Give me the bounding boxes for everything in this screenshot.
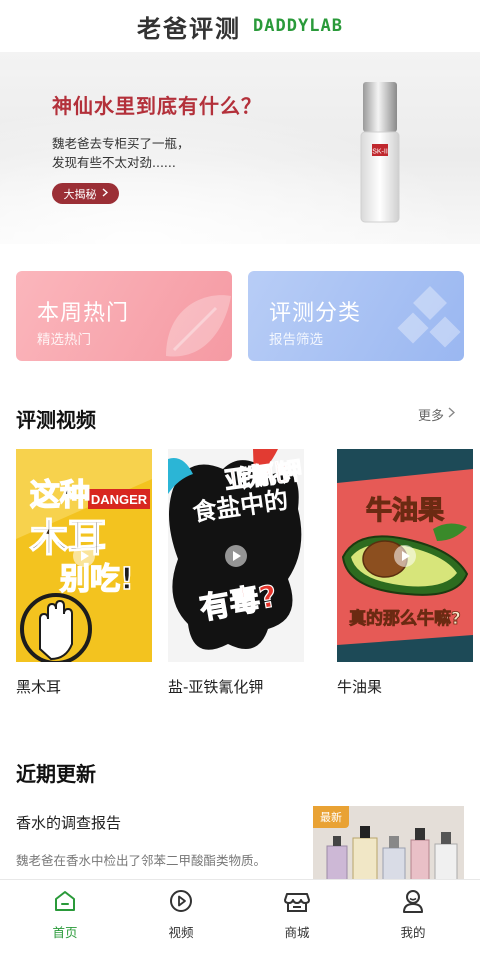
leaf-decoration-icon bbox=[166, 295, 231, 357]
article-thumbnail: 最新 bbox=[313, 806, 464, 880]
tab-label: 首页 bbox=[52, 925, 78, 940]
tab-videos[interactable]: 视频 bbox=[141, 888, 221, 941]
tab-home[interactable]: 首页 bbox=[25, 888, 105, 941]
product-bottle-image: SK-II bbox=[360, 82, 400, 223]
tab-label: 视频 bbox=[168, 925, 194, 940]
videos-section-title: 评测视频 bbox=[16, 408, 96, 432]
updates-section-title: 近期更新 bbox=[16, 762, 96, 786]
video-thumbnail-wood-ear[interactable]: DANGER 这种 木耳 别吃! bbox=[16, 449, 152, 662]
play-icon bbox=[73, 544, 95, 567]
reveal-button[interactable]: 大揭秘 bbox=[52, 183, 119, 204]
tab-label: 我的 bbox=[400, 925, 426, 940]
video-caption: 牛油果 bbox=[337, 678, 383, 696]
tab-store[interactable]: 商城 bbox=[257, 888, 337, 941]
brand-logo-text: DADDYLAB bbox=[253, 16, 343, 36]
chevron-right-icon bbox=[102, 187, 108, 200]
user-icon bbox=[403, 890, 423, 913]
category-title: 评测分类 bbox=[269, 301, 362, 326]
weekly-hot-card[interactable]: 本周热门 精选热门 bbox=[16, 271, 232, 361]
grid-decoration-icon bbox=[397, 286, 461, 348]
play-icon bbox=[394, 544, 416, 567]
poster-line: 牛油果 bbox=[366, 496, 444, 526]
store-icon bbox=[284, 893, 310, 912]
poster-line: 真的那么牛嘛? bbox=[349, 608, 461, 629]
poster-line: 别吃! bbox=[60, 562, 134, 597]
banner-description: 魏老爸去专柜买了一瓶， 发现有些不太对劲...... bbox=[52, 136, 190, 170]
chevron-right-icon bbox=[448, 407, 456, 422]
quick-entry-cards: 本周热门 精选热门 评测分类 报告筛选 bbox=[16, 271, 464, 361]
video-thumbnail-salt[interactable]: 亚铁氰化钾 食盐中的 有毒? bbox=[168, 449, 304, 662]
bottom-tab-bar: 首页 视频 商城 我的 bbox=[0, 879, 480, 958]
home-icon bbox=[55, 891, 75, 911]
weekly-hot-subtitle: 精选热门 bbox=[37, 332, 91, 348]
category-subtitle: 报告筛选 bbox=[269, 332, 323, 348]
promo-banner[interactable]: 神仙水里到底有什么？ 魏老爸去专柜买了一瓶， 发现有些不太对劲...... 大揭… bbox=[0, 52, 480, 244]
newest-badge: 最新 bbox=[313, 806, 349, 828]
tab-label: 商城 bbox=[284, 925, 310, 940]
play-icon bbox=[225, 544, 247, 567]
app-header: 老爸评测 DADDYLAB bbox=[0, 0, 480, 52]
weekly-hot-title: 本周热门 bbox=[37, 301, 130, 326]
tab-profile[interactable]: 我的 bbox=[373, 888, 453, 941]
video-thumbnail-avocado[interactable]: 牛油果 真的那么牛嘛? bbox=[337, 449, 473, 662]
app-title: 老爸评测 bbox=[137, 14, 242, 43]
play-circle-icon bbox=[170, 890, 192, 912]
more-videos-link[interactable]: 更多 bbox=[418, 405, 456, 424]
banner-title: 神仙水里到底有什么？ bbox=[52, 94, 262, 118]
article-title: 香水的调查报告 bbox=[16, 814, 122, 832]
poster-line: 这种 bbox=[30, 478, 90, 513]
category-card[interactable]: 评测分类 报告筛选 bbox=[248, 271, 464, 361]
video-caption: 黑木耳 bbox=[16, 678, 62, 696]
product-logo: SK-II bbox=[372, 149, 388, 156]
poster-badge: DANGER bbox=[91, 492, 148, 507]
reveal-button-label: 大揭秘 bbox=[63, 187, 97, 201]
video-caption: 盐-亚铁氰化钾 bbox=[168, 678, 264, 696]
more-label: 更多 bbox=[418, 409, 445, 424]
article-description: 魏老爸在香水中检出了邻苯二甲酸酯类物质。 bbox=[16, 853, 267, 868]
